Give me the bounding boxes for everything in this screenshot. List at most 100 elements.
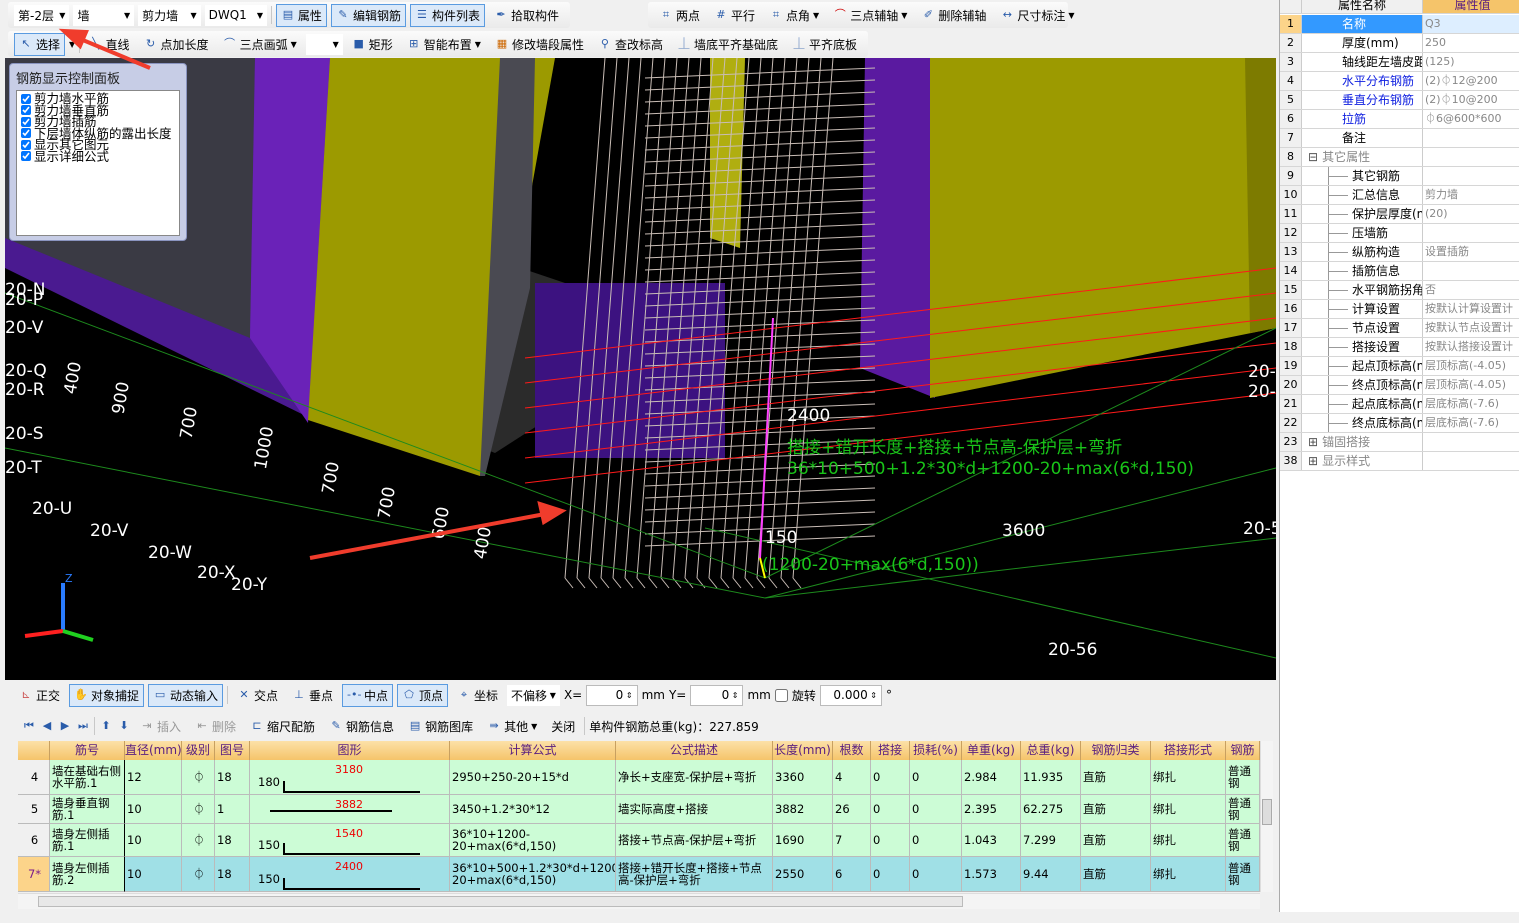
move-down-icon[interactable]: ⬇ xyxy=(117,719,131,733)
scrollbar-thumb[interactable] xyxy=(1262,799,1272,825)
cell-count[interactable]: 26 xyxy=(833,795,871,824)
property-row[interactable]: 10 汇总信息 剪力墙 xyxy=(1280,186,1519,205)
cell-len[interactable]: 1690 xyxy=(773,824,833,857)
component-select[interactable]: DWQ1 ▼ xyxy=(204,4,268,26)
option-checkbox[interactable] xyxy=(21,151,31,162)
rebar-info-button[interactable]: ✎ 钢筋信息 xyxy=(324,715,399,738)
cell-dia[interactable]: 10 xyxy=(125,795,182,824)
y-input[interactable]: 0 ⇕ xyxy=(690,684,744,706)
property-value[interactable]: 层底标高(-7.6) xyxy=(1423,395,1519,413)
parallel-axis-button[interactable]: # 平行 xyxy=(709,4,760,27)
column-header[interactable]: 计算公式 xyxy=(450,741,616,760)
cell-type[interactable]: 普通钢 xyxy=(1226,795,1260,824)
property-value[interactable]: (2)⏀10@200 xyxy=(1423,91,1519,109)
modify-wall-segment-button[interactable]: ▦ 修改墙段属性 xyxy=(490,33,589,56)
align-slab-button[interactable]: ⏊ 平齐底板 xyxy=(787,33,862,56)
cell-unit_w[interactable]: 1.043 xyxy=(962,824,1021,857)
property-row[interactable]: 21 起点底标高(m)层底标高(-7.6) xyxy=(1280,395,1519,414)
column-header[interactable]: 搭接 xyxy=(871,741,910,760)
table-row[interactable]: 7* 墙身左侧插筋.2 10 ⏀ 18 150 2400 36*10+500+1.2*30*d… xyxy=(18,857,1260,892)
property-row[interactable]: 1 名称 Q3 xyxy=(1280,15,1519,34)
vertex-button[interactable]: ⬠ 顶点 xyxy=(397,683,449,707)
property-row[interactable]: 3 轴线距左墙皮距离(125) xyxy=(1280,53,1519,72)
property-row[interactable]: 7 备注 xyxy=(1280,129,1519,148)
property-value[interactable]: 按默认计算设置计 xyxy=(1423,300,1519,318)
property-value[interactable]: Q3 xyxy=(1423,15,1519,33)
cell-dia[interactable]: 10 xyxy=(125,857,182,892)
delete-axis-button[interactable]: ✐ 删除辅轴 xyxy=(916,4,991,27)
property-value[interactable] xyxy=(1423,224,1519,242)
cell-cat[interactable]: 直筋 xyxy=(1081,795,1151,824)
expand-icon[interactable]: ⊞ xyxy=(1308,435,1318,449)
two-point-axis-button[interactable]: ⌗ 两点 xyxy=(654,4,705,27)
property-row[interactable]: 13 纵筋构造 设置插筋 xyxy=(1280,243,1519,262)
expand-icon[interactable]: ⊞ xyxy=(1308,454,1318,468)
property-row[interactable]: 22 终点底标高(m)层底标高(-7.6) xyxy=(1280,414,1519,433)
cell-lap_type[interactable]: 绑扎 xyxy=(1151,824,1226,857)
align-wall-bottom-button[interactable]: ⏊ 墙底平齐基础底 xyxy=(672,33,783,56)
cell-loss[interactable]: 0 xyxy=(910,760,962,795)
column-header[interactable]: 长度(mm) xyxy=(773,741,833,760)
cell-n[interactable]: 4 xyxy=(18,760,50,795)
cell-loss[interactable]: 0 xyxy=(910,824,962,857)
cell-desc[interactable]: 墙实际高度+搭接 xyxy=(616,795,773,824)
cell-name[interactable]: 墙身左侧插筋.1 xyxy=(50,824,125,857)
property-row[interactable]: 23 ⊞ 锚固搭接 xyxy=(1280,433,1519,452)
component-list-button[interactable]: ☰ 构件列表 xyxy=(409,3,485,27)
cell-unit_w[interactable]: 2.984 xyxy=(962,760,1021,795)
cell-desc[interactable]: 搭接+节点高-保护层+弯折 xyxy=(616,824,773,857)
ortho-button[interactable]: ⊾ 正交 xyxy=(14,684,65,707)
property-value[interactable]: 层顶标高(-4.05) xyxy=(1423,376,1519,394)
move-up-icon[interactable]: ⬆ xyxy=(99,719,113,733)
property-value[interactable]: 层顶标高(-4.05) xyxy=(1423,357,1519,375)
property-row[interactable]: 6 拉筋 ⏀6@600*600 xyxy=(1280,110,1519,129)
dynamic-input-button[interactable]: ▭ 动态输入 xyxy=(148,683,224,707)
previous-record-icon[interactable]: ◀ xyxy=(40,719,54,733)
property-value[interactable] xyxy=(1423,167,1519,185)
property-row[interactable]: 4 水平分布钢筋 (2)⏀12@200 xyxy=(1280,72,1519,91)
three-point-arc-button[interactable]: ⌒ 三点画弧 ▼ xyxy=(218,33,302,56)
column-header[interactable]: 根数 xyxy=(833,741,871,760)
cell-count[interactable]: 6 xyxy=(833,857,871,892)
scale-rebar-button[interactable]: ⊏ 缩尺配筋 xyxy=(245,715,320,738)
property-row[interactable]: 5 垂直分布钢筋 (2)⏀10@200 xyxy=(1280,91,1519,110)
table-row[interactable]: 5 墙身垂直钢筋.1 10 ⏀ 1 3882 3450+1.2*30*12 墙实际高度+搭接 3… xyxy=(18,795,1260,824)
cell-lap_type[interactable]: 绑扎 xyxy=(1151,795,1226,824)
cell-desc[interactable]: 净长+支座宽-保护层+弯折 xyxy=(616,760,773,795)
cell-shape[interactable]: 150 2400 xyxy=(250,857,450,892)
next-record-icon[interactable]: ▶ xyxy=(58,719,72,733)
cell-len[interactable]: 2550 xyxy=(773,857,833,892)
property-value[interactable] xyxy=(1423,433,1519,451)
cell-shape[interactable]: 3882 xyxy=(250,795,450,824)
property-value[interactable]: 层底标高(-7.6) xyxy=(1423,414,1519,432)
perpendicular-button[interactable]: ⊥ 垂点 xyxy=(287,684,338,707)
cell-total_w[interactable]: 11.935 xyxy=(1021,760,1081,795)
property-row[interactable]: 11 保护层厚度(mm)(20) xyxy=(1280,205,1519,224)
insert-button[interactable]: ⇥ 插入 xyxy=(135,715,186,738)
3d-viewport[interactable]: Z 20-N 20-P 20-V 20-Q 20-R 20-S 20-T 20-U 20-V 20… xyxy=(5,58,1276,680)
object-snap-button[interactable]: ✋ 对象捕捉 xyxy=(69,683,145,707)
cell-type[interactable]: 普通钢 xyxy=(1226,824,1260,857)
cell-cat[interactable]: 直筋 xyxy=(1081,857,1151,892)
cell-desc[interactable]: 搭接+错开长度+搭接+节点高-保护层+弯折 xyxy=(616,857,773,892)
line-button[interactable]: ╲ 直线 xyxy=(84,33,135,56)
cell-fig[interactable]: 18 xyxy=(215,824,250,857)
cell-grade[interactable]: ⏀ xyxy=(182,857,215,892)
smart-layout-button[interactable]: ⊞ 智能布置 ▼ xyxy=(402,33,486,56)
cell-formula[interactable]: 36*10+1200-20+max(6*d,150) xyxy=(450,824,616,857)
point-length-button[interactable]: ↻ 点加长度 xyxy=(139,33,214,56)
cell-total_w[interactable]: 62.275 xyxy=(1021,795,1081,824)
property-value[interactable] xyxy=(1423,129,1519,147)
cell-shape[interactable]: 180 3180 xyxy=(250,760,450,795)
cell-lap_type[interactable]: 绑扎 xyxy=(1151,760,1226,795)
cell-unit_w[interactable]: 2.395 xyxy=(962,795,1021,824)
property-value[interactable]: ⏀6@600*600 xyxy=(1423,110,1519,128)
cell-fig[interactable]: 18 xyxy=(215,760,250,795)
properties-button[interactable]: ▤ 属性 xyxy=(275,3,327,27)
column-header[interactable]: 筋号 xyxy=(50,741,125,760)
cell-cat[interactable]: 直筋 xyxy=(1081,760,1151,795)
column-header[interactable]: 图号 xyxy=(215,741,250,760)
cell-grade[interactable]: ⏀ xyxy=(182,760,215,795)
cell-cat[interactable]: 直筋 xyxy=(1081,824,1151,857)
property-value[interactable] xyxy=(1423,262,1519,280)
